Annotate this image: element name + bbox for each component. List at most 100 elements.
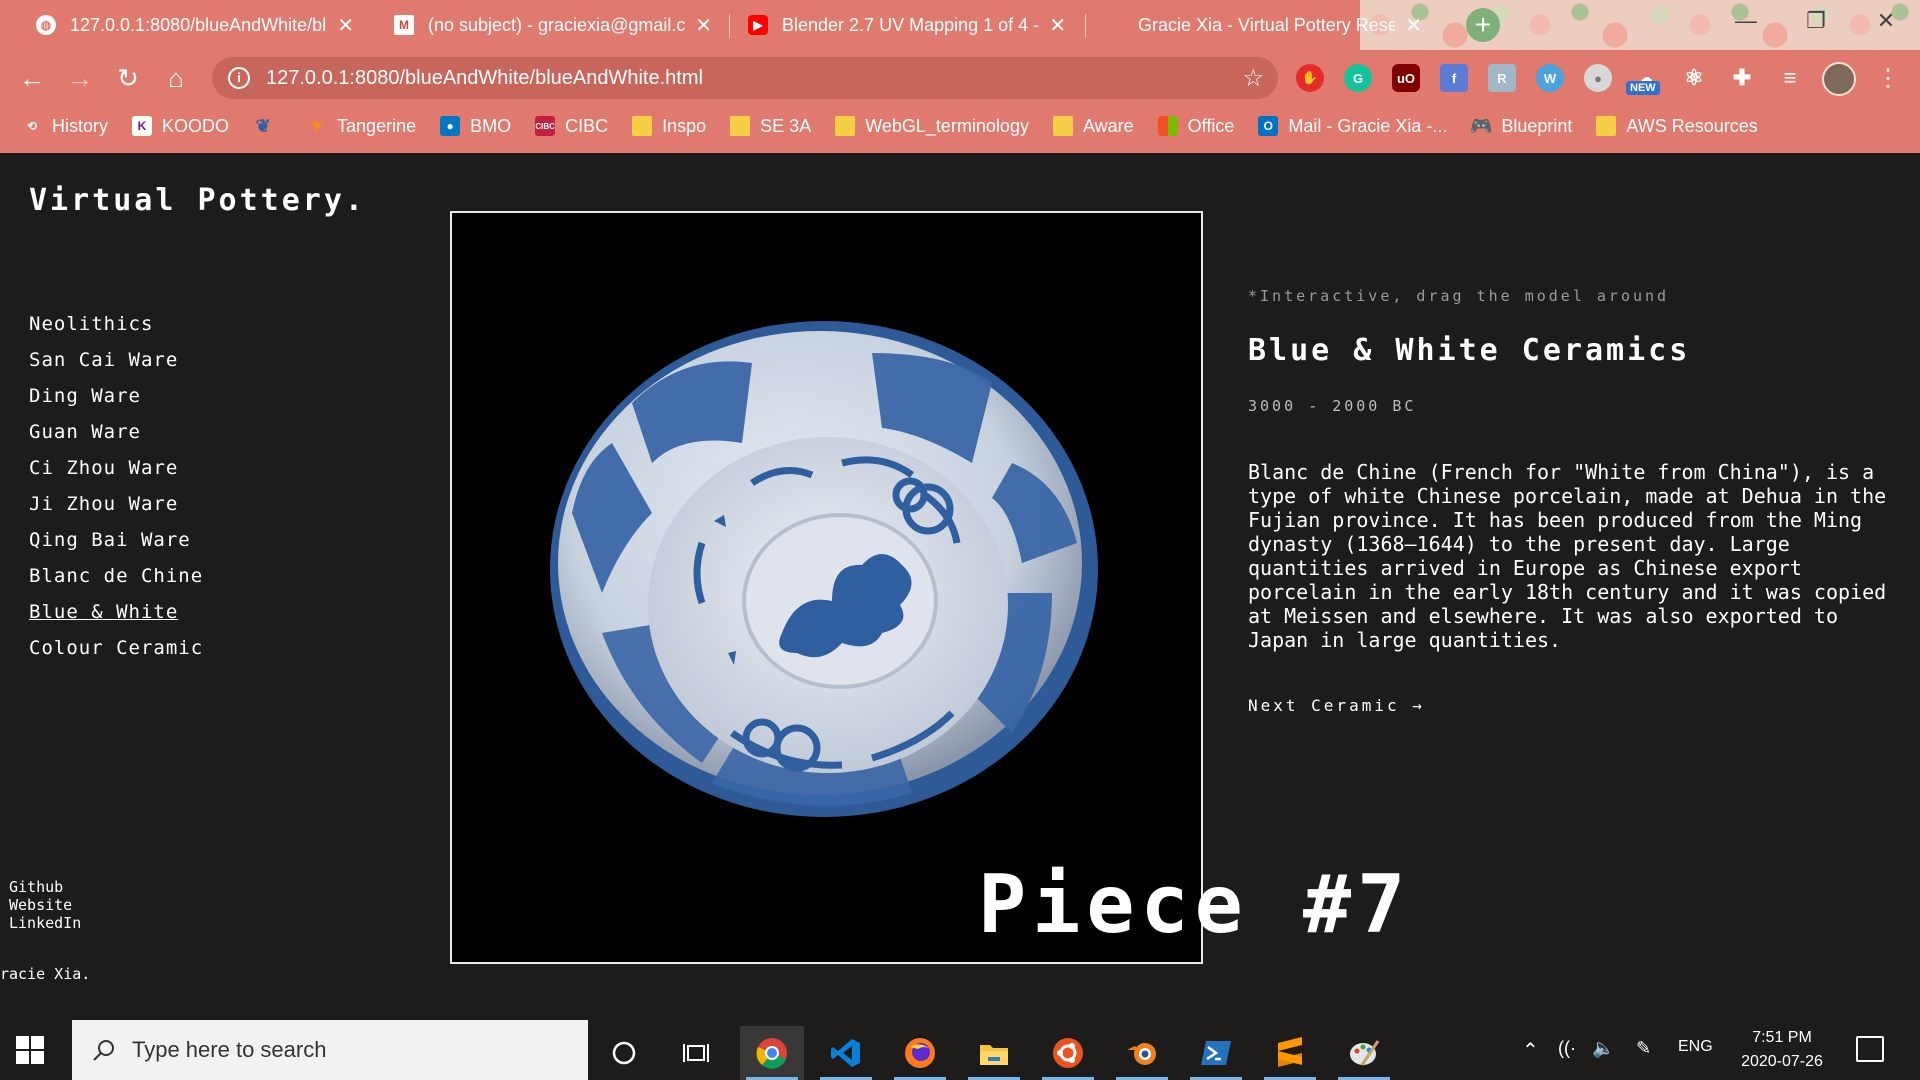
paint-taskbar-icon[interactable] [1332, 1026, 1396, 1080]
nav-colour-ceramic[interactable]: Colour Ceramic [29, 637, 203, 673]
author-credit: racie Xia. [0, 965, 91, 983]
facebook-ext-icon[interactable]: f [1440, 64, 1468, 92]
cortana-icon[interactable] [592, 1026, 656, 1080]
folder-icon [1052, 116, 1073, 136]
tab-title: Gracie Xia - Virtual Pottery Resea [1138, 14, 1396, 35]
nav-san-cai-ware[interactable]: San Cai Ware [29, 349, 203, 385]
windows-start-icon[interactable] [16, 1036, 44, 1064]
file-explorer-taskbar-icon[interactable] [962, 1026, 1026, 1080]
nav-guan-ware[interactable]: Guan Ware [29, 421, 203, 457]
powershell-taskbar-icon[interactable] [1184, 1026, 1248, 1080]
profile-avatar[interactable] [1822, 62, 1856, 96]
bookmark-wolf[interactable]: ❦ [253, 116, 283, 136]
close-tab-icon[interactable]: ✕ [695, 13, 712, 38]
taskbar-search-box[interactable]: Type here to search [72, 1020, 588, 1080]
bookmark-office[interactable]: Office [1157, 116, 1234, 137]
bookmark-inspo[interactable]: Inspo [632, 116, 706, 137]
bookmark-aware[interactable]: Aware [1052, 116, 1134, 137]
url-text[interactable]: 127.0.0.1:8080/blueAndWhite/blueAndWhite… [266, 67, 1242, 90]
pottery-3d-viewer[interactable] [450, 211, 1203, 964]
gmail-icon: M [394, 15, 414, 35]
nav-neolithics[interactable]: Neolithics [29, 313, 203, 349]
browser-menu-icon[interactable]: ⋮ [1876, 64, 1900, 93]
bookmark-aws[interactable]: AWS Resources [1596, 116, 1758, 137]
blender-taskbar-icon[interactable] [1110, 1026, 1174, 1080]
reader-ext-icon[interactable]: R [1488, 64, 1516, 92]
nav-qing-bai-ware[interactable]: Qing Bai Ware [29, 529, 203, 565]
ceramic-dates: 3000 - 2000 BC [1248, 397, 1417, 415]
nav-blanc-de-chine[interactable]: Blanc de Chine [29, 565, 203, 601]
nav-ding-ware[interactable]: Ding Ware [29, 385, 203, 421]
linkedin-link[interactable]: LinkedIn [9, 914, 81, 932]
ubuntu-taskbar-icon[interactable] [1036, 1026, 1100, 1080]
grammarly-icon[interactable]: G [1344, 64, 1372, 92]
ceramic-description: Blanc de Chine (French for "White from C… [1248, 460, 1887, 652]
ceramic-title: Blue & White Ceramics [1248, 333, 1691, 368]
bookmark-bmo[interactable]: ● BMO [440, 116, 511, 137]
minimize-icon[interactable]: — [1726, 8, 1766, 38]
github-link[interactable]: Github [9, 878, 81, 896]
clock-date: 2020-07-26 [1741, 1053, 1823, 1070]
adblock-icon[interactable]: ✋ [1296, 64, 1324, 92]
bookmark-star-icon[interactable]: ☆ [1242, 64, 1264, 93]
outlook-icon: O [1258, 116, 1279, 136]
youtube-icon: ▶ [748, 15, 768, 35]
nav-ci-zhou-ware[interactable]: Ci Zhou Ware [29, 457, 203, 493]
site-title[interactable]: Virtual Pottery. [29, 183, 366, 218]
bookmark-se3a[interactable]: SE 3A [730, 116, 811, 137]
nav-blue-and-white[interactable]: Blue & White [29, 601, 203, 637]
network-icon[interactable]: ((· [1558, 1038, 1576, 1059]
tab-youtube[interactable]: ▶ Blender 2.7 UV Mapping 1 of 4 - ✕ [734, 4, 1080, 46]
address-bar[interactable]: i 127.0.0.1:8080/blueAndWhite/blueAndWhi… [212, 57, 1278, 99]
tab-separator [729, 14, 730, 38]
w-ext-icon[interactable]: W [1536, 64, 1564, 92]
react-devtools-icon[interactable]: ⚛ [1680, 64, 1708, 92]
bookmark-mail[interactable]: O Mail - Gracie Xia -... [1258, 116, 1447, 137]
website-link[interactable]: Website [9, 896, 81, 914]
site-info-icon[interactable]: i [228, 67, 250, 89]
volume-icon[interactable]: 🔈 [1592, 1038, 1614, 1059]
blue-white-bowl-model[interactable] [452, 213, 1203, 964]
firefox-taskbar-icon[interactable] [888, 1026, 952, 1080]
pen-icon[interactable]: ✎ [1636, 1038, 1651, 1059]
page-content: Virtual Pottery. Neolithics San Cai Ware… [0, 153, 1920, 1020]
bookmark-tangerine[interactable]: ▼ Tangerine [307, 116, 416, 137]
close-tab-icon[interactable]: ✕ [1405, 13, 1422, 38]
circle-ext-icon[interactable]: ● [1584, 64, 1612, 92]
tray-overflow-icon[interactable]: ⌃ [1522, 1038, 1539, 1063]
tangerine-icon: ▼ [308, 115, 326, 136]
home-icon[interactable]: ⌂ [160, 62, 192, 94]
forward-icon[interactable]: → [64, 62, 96, 94]
back-icon[interactable]: ← [16, 62, 48, 94]
cibc-icon: CIBC [535, 116, 556, 136]
footer-links: Github Website LinkedIn [9, 878, 81, 932]
tab-blue-and-white[interactable]: ◍ 127.0.0.1:8080/blueAndWhite/bl ✕ [22, 4, 368, 46]
restore-icon[interactable]: ❐ [1796, 8, 1836, 38]
tab-gmail[interactable]: M (no subject) - graciexia@gmail.co ✕ [380, 4, 726, 46]
language-indicator[interactable]: ENG [1678, 1038, 1713, 1056]
bookmark-history[interactable]: ⟲ History [22, 116, 108, 137]
bookmark-koodo[interactable]: K KOODO [132, 116, 229, 137]
tab-title: 127.0.0.1:8080/blueAndWhite/bl [70, 14, 327, 35]
bookmark-blueprint[interactable]: 🎮 Blueprint [1470, 116, 1572, 137]
close-tab-icon[interactable]: ✕ [337, 13, 354, 38]
close-window-icon[interactable]: ✕ [1866, 8, 1906, 38]
reload-icon[interactable]: ↻ [112, 62, 144, 94]
chrome-taskbar-icon[interactable] [740, 1026, 804, 1080]
task-view-icon[interactable] [664, 1026, 728, 1080]
sublime-taskbar-icon[interactable] [1258, 1026, 1322, 1080]
close-tab-icon[interactable]: ✕ [1049, 13, 1066, 38]
bookmark-webgl[interactable]: WebGL_terminology [835, 116, 1029, 137]
vscode-taskbar-icon[interactable] [814, 1026, 878, 1080]
taskbar-clock[interactable]: 7:51 PM 2020-07-26 [1728, 1026, 1836, 1074]
bookmark-cibc[interactable]: CIBC CIBC [535, 116, 608, 137]
ublock-icon[interactable]: uO [1392, 64, 1420, 92]
reading-list-icon[interactable]: ≡ [1776, 64, 1804, 92]
next-ceramic-link[interactable]: Next Ceramic → [1248, 696, 1425, 715]
extensions-icon[interactable]: ✚ [1728, 64, 1756, 92]
action-center-icon[interactable] [1856, 1036, 1884, 1062]
tab-research[interactable]: Gracie Xia - Virtual Pottery Resea ✕ [1090, 4, 1436, 46]
nav-ji-zhou-ware[interactable]: Ji Zhou Ware [29, 493, 203, 529]
new-tab-button[interactable]: + [1466, 8, 1500, 42]
office-icon [1157, 116, 1178, 136]
